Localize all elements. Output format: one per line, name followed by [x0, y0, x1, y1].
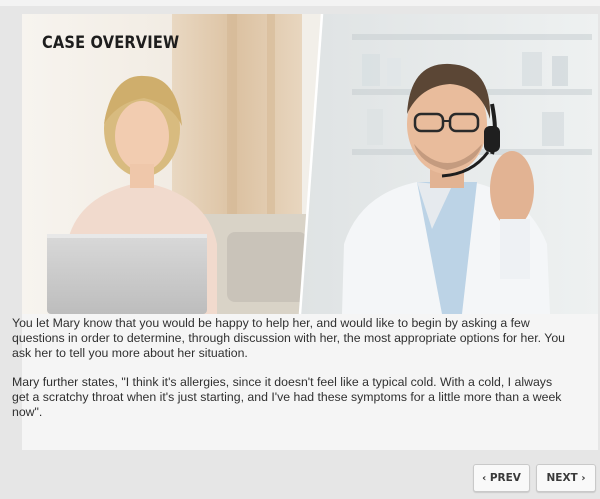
chevron-left-icon: ‹ [482, 473, 487, 484]
next-button[interactable]: NEXT › [536, 464, 596, 492]
prev-label: PREV [489, 472, 521, 484]
next-label: NEXT [546, 472, 578, 484]
player-frame: CASE OVERVIEW You let Mary know that you… [0, 0, 600, 499]
slide-title: CASE OVERVIEW [42, 33, 180, 53]
prev-button[interactable]: ‹ PREV [473, 464, 530, 492]
case-paragraph-1: You let Mary know that you would be happ… [12, 316, 566, 360]
case-photo: CASE OVERVIEW [22, 14, 598, 314]
top-bar [0, 0, 600, 6]
chevron-right-icon: › [581, 473, 586, 484]
case-paragraph-2: Mary further states, "I think it's aller… [12, 375, 562, 419]
split-scene-illustration [22, 14, 598, 314]
